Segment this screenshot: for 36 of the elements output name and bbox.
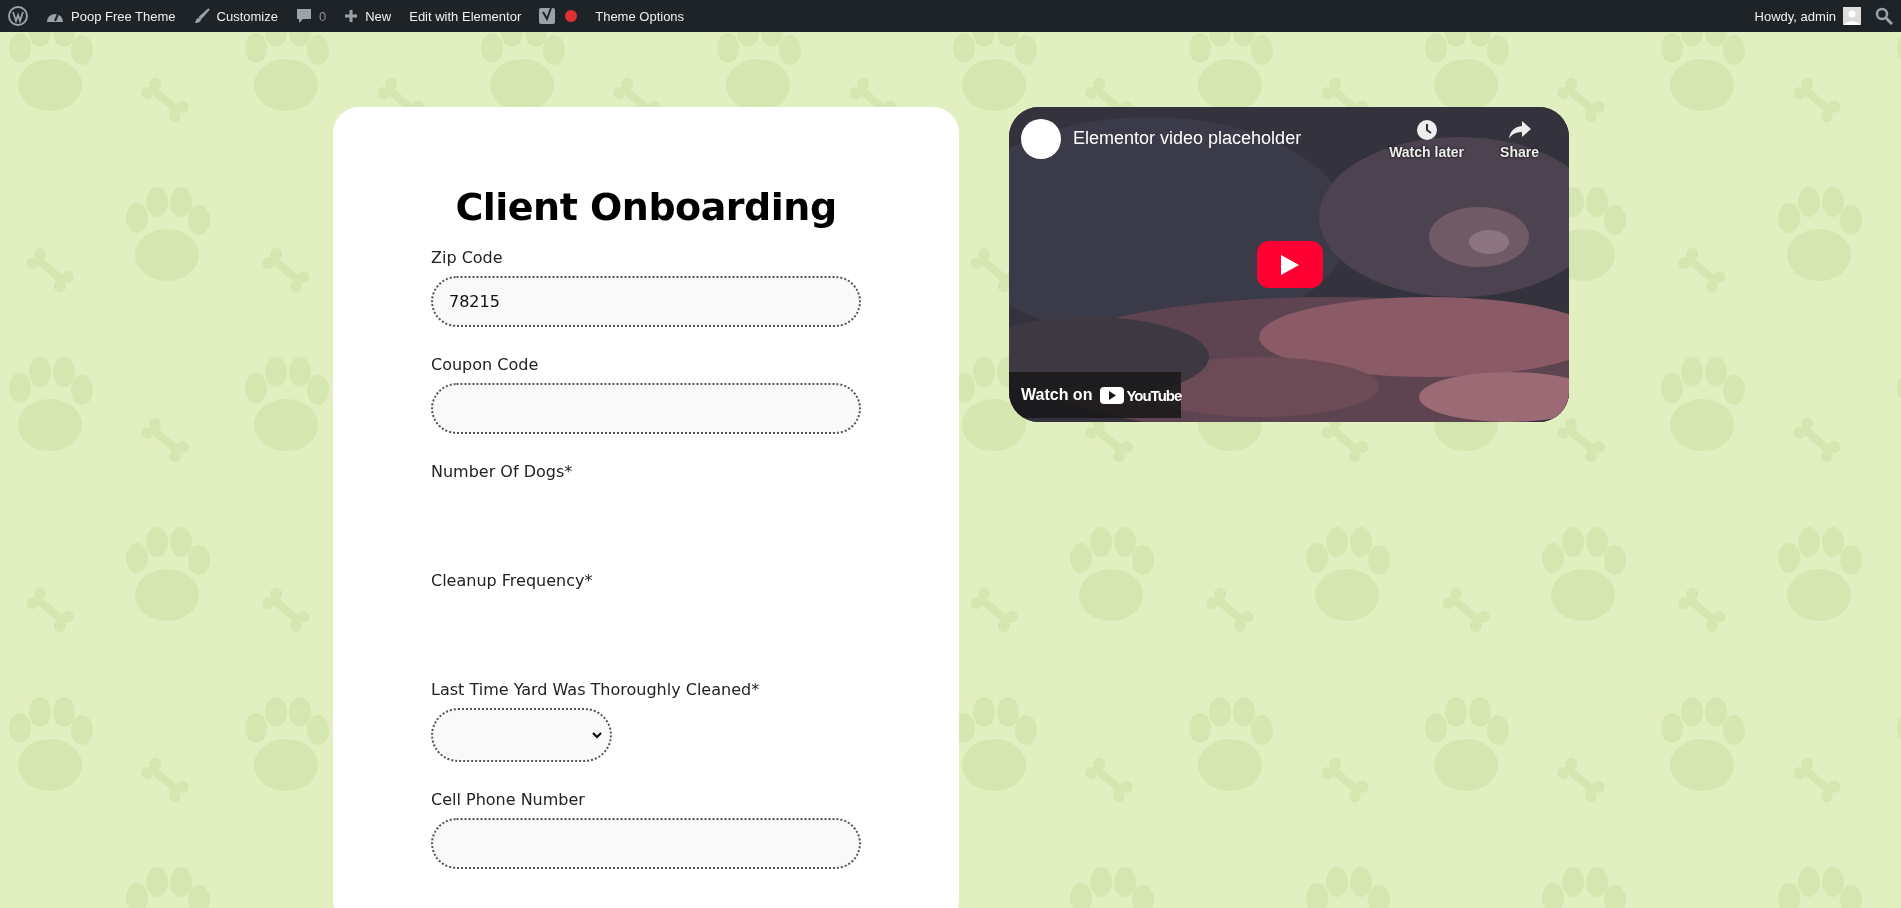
admin-bar-link[interactable]: Poop Free Theme: [46, 8, 176, 24]
video-title: Elementor video placeholder: [1073, 128, 1303, 149]
share-button[interactable]: Share: [1500, 119, 1539, 160]
play-icon: [1280, 253, 1300, 276]
admin-bar-link[interactable]: Customize: [193, 8, 278, 24]
comments-link[interactable]: 0: [295, 8, 327, 24]
chevron-down-icon: [592, 731, 602, 739]
clock-icon: [1415, 119, 1438, 141]
brush-icon: [193, 8, 210, 24]
text-field[interactable]: 78215: [431, 276, 861, 327]
avatar-icon: [1843, 7, 1861, 25]
admin-bar-link[interactable]: New: [344, 8, 392, 24]
share-arrow-icon: [1507, 119, 1532, 141]
search-icon[interactable]: [1875, 7, 1893, 25]
field-label: Coupon Code: [431, 354, 540, 376]
field-label: Cleanup Frequency*: [431, 570, 594, 592]
watch-later-button[interactable]: Watch later: [1389, 119, 1465, 160]
plus-icon: [344, 9, 359, 23]
comment-icon: [295, 8, 312, 24]
field-label: Last Time Yard Was Thoroughly Cleaned*: [431, 679, 761, 701]
field-label: Zip Code: [431, 247, 504, 269]
field-label: Cell Phone Number: [431, 789, 586, 811]
field-label: Number Of Dogs*: [431, 461, 574, 483]
text-field[interactable]: [431, 818, 861, 869]
play-button[interactable]: [1257, 241, 1323, 288]
wordpress-logo-icon[interactable]: [8, 6, 28, 26]
youtube-play-icon: [1100, 386, 1125, 404]
form-title: Client Onboarding: [454, 185, 838, 229]
account-link[interactable]: Howdy, admin: [1754, 7, 1861, 25]
seo-plugin-icon[interactable]: [539, 7, 556, 25]
video-embed[interactable]: Elementor video placeholder Watch later Share Watch on YouTube: [1009, 107, 1569, 422]
watch-on-youtube-button[interactable]: Watch on YouTube: [1009, 372, 1181, 418]
text-field[interactable]: [431, 383, 861, 434]
admin-bar-link[interactable]: Edit with Elementor: [409, 8, 522, 24]
admin-bar-link[interactable]: Theme Options: [595, 8, 685, 24]
dropdown-field[interactable]: [431, 708, 612, 762]
